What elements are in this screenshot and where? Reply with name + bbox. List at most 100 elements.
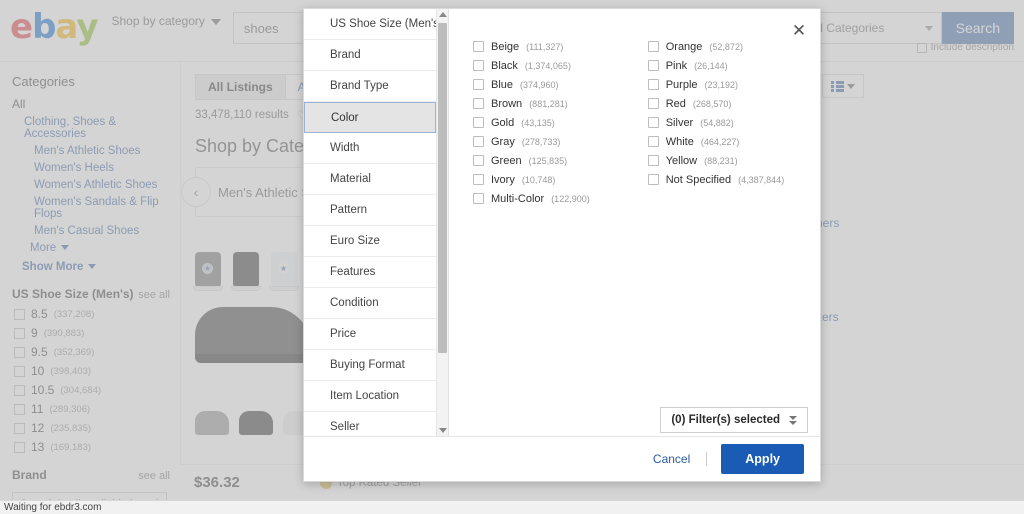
color-option-blue[interactable]: Blue (374,960) [473, 75, 590, 94]
color-checkbox[interactable] [473, 41, 484, 52]
color-option-pink[interactable]: Pink (26,144) [647, 56, 784, 75]
color-option-red[interactable]: Red (268,570) [647, 94, 784, 113]
scrollbar-thumb[interactable] [438, 23, 447, 353]
color-checkbox[interactable] [647, 136, 659, 147]
color-label: Gray [491, 135, 515, 148]
color-checkbox[interactable] [473, 98, 484, 109]
color-checkbox[interactable] [647, 98, 659, 109]
color-count: (52,872) [709, 41, 743, 52]
color-label: Not Specified [665, 173, 732, 186]
color-count: (111,327) [526, 41, 564, 52]
color-checkbox[interactable] [473, 155, 484, 166]
color-count: (122,900) [551, 193, 590, 204]
color-count: (464,227) [700, 136, 740, 147]
filter-modal: ✕ US Shoe Size (Men's) Brand Brand Type … [303, 8, 821, 482]
scroll-up-icon[interactable] [438, 12, 447, 17]
color-count: (88,231) [704, 155, 738, 166]
color-option-purple[interactable]: Purple (23,192) [647, 75, 784, 94]
cancel-button[interactable]: Cancel [641, 452, 702, 466]
color-options-columns: Beige (111,327) Black (1,374,065) Blue (374… [473, 37, 802, 208]
color-checkbox[interactable] [647, 79, 659, 90]
color-count: (374,960) [520, 79, 559, 90]
filter-nav-color[interactable]: Color [304, 102, 436, 133]
color-label: Orange [665, 40, 703, 53]
color-checkbox[interactable] [473, 79, 484, 90]
color-options-column-2: Orange (52,872) Pink (26,144) Purple (23,19… [647, 37, 785, 208]
filter-category-nav: US Shoe Size (Men's) Brand Brand Type Co… [304, 9, 449, 436]
color-label: White [665, 135, 694, 148]
double-chevron-down-icon [789, 415, 797, 425]
color-checkbox[interactable] [473, 136, 484, 147]
filter-nav-us-shoe-size[interactable]: US Shoe Size (Men's) [304, 9, 443, 40]
color-checkbox[interactable] [647, 174, 659, 185]
color-checkbox[interactable] [647, 117, 659, 128]
color-label: Beige [491, 40, 520, 53]
color-count: (4,387,844) [738, 174, 785, 185]
color-label: Red [665, 97, 686, 110]
color-option-brown[interactable]: Brown (881,281) [473, 94, 590, 113]
color-option-black[interactable]: Black (1,374,065) [473, 56, 590, 75]
filter-nav-material[interactable]: Material [304, 164, 436, 195]
color-checkbox[interactable] [647, 41, 659, 52]
filter-nav-brand[interactable]: Brand [304, 40, 436, 71]
color-count: (26,144) [694, 60, 728, 71]
apply-button[interactable]: Apply [721, 444, 804, 474]
color-option-white[interactable]: White (464,227) [647, 132, 784, 151]
color-label: Blue [491, 78, 514, 91]
color-options-column-1: Beige (111,327) Black (1,374,065) Blue (374… [473, 37, 590, 208]
filter-nav-seller[interactable]: Seller [304, 412, 436, 436]
color-option-green[interactable]: Green (125,835) [473, 151, 590, 170]
color-option-not-specified[interactable]: Not Specified (4,387,844) [647, 170, 785, 189]
color-checkbox[interactable] [473, 117, 484, 128]
color-count: (1,374,065) [524, 60, 571, 71]
color-count: (23,192) [704, 79, 739, 90]
color-option-gray[interactable]: Gray (278,733) [473, 132, 590, 151]
filter-nav-price[interactable]: Price [304, 319, 436, 350]
ebay-search-page: ebay Shop by category All Categories Sea… [0, 0, 1024, 514]
color-label: Black [491, 59, 518, 72]
color-checkbox[interactable] [473, 193, 484, 204]
color-option-silver[interactable]: Silver (54,882) [647, 113, 784, 132]
color-label: Ivory [491, 173, 515, 186]
color-filter-panel: Beige (111,327) Black (1,374,065) Blue (374… [449, 9, 820, 436]
color-option-multi-color[interactable]: Multi-Color (122,900) [473, 189, 590, 208]
color-label: Multi-Color [491, 192, 545, 205]
color-label: Yellow [665, 154, 698, 167]
color-checkbox[interactable] [473, 60, 484, 71]
color-option-yellow[interactable]: Yellow (88,231) [647, 151, 784, 170]
filter-nav-features[interactable]: Features [304, 257, 436, 288]
status-text: Waiting for ebdr3.com [4, 502, 102, 513]
filter-nav-scrollbar[interactable] [436, 9, 448, 436]
color-checkbox[interactable] [473, 174, 484, 185]
filter-modal-body: US Shoe Size (Men's) Brand Brand Type Co… [304, 9, 820, 436]
close-icon[interactable]: ✕ [788, 19, 810, 41]
filters-selected-dropdown[interactable]: (0) Filter(s) selected [660, 407, 808, 433]
filter-nav-euro-size[interactable]: Euro Size [304, 226, 436, 257]
color-checkbox[interactable] [647, 60, 659, 71]
scroll-down-icon[interactable] [439, 428, 447, 433]
filter-nav-pattern[interactable]: Pattern [304, 195, 436, 226]
color-option-gold[interactable]: Gold (43,135) [473, 113, 590, 132]
filter-nav-brand-type[interactable]: Brand Type [304, 71, 436, 102]
color-count: (43,135) [521, 117, 555, 128]
color-option-ivory[interactable]: Ivory (10,748) [473, 170, 590, 189]
filter-category-list: US Shoe Size (Men's) Brand Brand Type Co… [304, 9, 443, 436]
footer-divider [706, 452, 708, 466]
browser-status-bar: Waiting for ebdr3.com [0, 500, 1024, 514]
color-label: Brown [491, 97, 523, 110]
color-option-orange[interactable]: Orange (52,872) [647, 37, 784, 56]
filter-nav-buying-format[interactable]: Buying Format [304, 350, 436, 381]
color-count: (54,882) [700, 117, 734, 128]
filter-nav-item-location[interactable]: Item Location [304, 381, 436, 412]
color-count: (10,748) [521, 174, 556, 185]
color-label: Gold [491, 116, 515, 129]
color-option-beige[interactable]: Beige (111,327) [473, 37, 590, 56]
color-count: (268,570) [692, 98, 732, 109]
color-label: Silver [665, 116, 694, 129]
color-count: (125,835) [528, 155, 568, 166]
filter-nav-width[interactable]: Width [304, 133, 436, 164]
filter-modal-footer: Cancel Apply [304, 436, 820, 481]
color-checkbox[interactable] [647, 155, 659, 166]
color-count: (881,281) [529, 98, 568, 109]
filter-nav-condition[interactable]: Condition [304, 288, 436, 319]
